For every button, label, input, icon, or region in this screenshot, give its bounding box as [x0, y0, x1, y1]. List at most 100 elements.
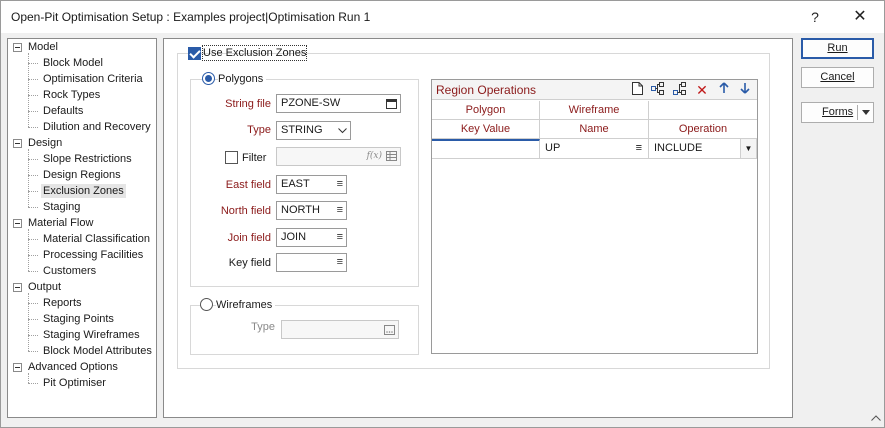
tree-item[interactable]: Rock Types [43, 88, 100, 102]
string-file-label: String file [225, 98, 271, 110]
tree-item[interactable]: Customers [43, 264, 96, 278]
wireframe-type-field[interactable] [281, 320, 399, 339]
region-operations-toolbar: Region Operations ✕ [432, 80, 757, 100]
collapse-toggle-icon[interactable] [13, 363, 22, 372]
collapse-toggle-icon[interactable] [13, 139, 22, 148]
chevron-down-icon[interactable] [862, 103, 870, 123]
tree-item[interactable]: Processing Facilities [43, 248, 143, 262]
tree-connector [28, 293, 29, 351]
list-icon[interactable]: ≡ [337, 202, 343, 219]
group-header-empty [649, 101, 757, 120]
tree-item[interactable]: Exclusion Zones [41, 184, 126, 198]
cell-operation-value: INCLUDE [654, 142, 703, 154]
collapse-toggle-icon[interactable] [13, 283, 22, 292]
wireframes-radio[interactable] [200, 298, 213, 311]
tree-category[interactable]: Advanced Options [28, 360, 118, 374]
type-value: STRING [281, 124, 323, 136]
wireframes-radio-label: Wireframes [216, 298, 276, 312]
move-up-icon[interactable] [716, 82, 732, 98]
north-field-value: NORTH [281, 204, 320, 216]
tree-item[interactable]: Staging [43, 200, 80, 214]
tree-connector [28, 335, 38, 336]
function-icon[interactable]: f(x) [367, 148, 382, 165]
tree-connector [28, 63, 38, 64]
run-button[interactable]: Run [801, 38, 874, 59]
join-field-label: Join field [227, 232, 271, 244]
tree-connector [28, 229, 29, 271]
help-button[interactable]: ? [793, 1, 837, 33]
north-field-input[interactable]: NORTH ≡ [276, 201, 347, 220]
tree-connector [28, 191, 38, 192]
navigation-tree: Model Block Model Optimisation Criteria Roc… [7, 38, 157, 418]
delete-icon[interactable]: ✕ [694, 82, 710, 98]
append-icon[interactable] [672, 82, 688, 98]
wireframe-type-label: Type [251, 321, 275, 333]
use-exclusion-zones-checkbox[interactable] [188, 47, 201, 60]
tree-category[interactable]: Material Flow [28, 216, 93, 230]
tree-item[interactable]: Pit Optimiser [43, 376, 106, 390]
tree-item[interactable]: Staging Wireframes [43, 328, 140, 342]
group-header-polygon: Polygon [432, 101, 540, 120]
tree-item[interactable]: Optimisation Criteria [43, 72, 143, 86]
cell-name-value: UP [545, 142, 561, 154]
collapse-chevron-icon[interactable] [871, 412, 881, 424]
cell-operation[interactable]: INCLUDE ▼ [649, 139, 757, 159]
list-icon[interactable]: ≡ [636, 139, 642, 158]
tree-item[interactable]: Slope Restrictions [43, 152, 132, 166]
filter-checkbox[interactable] [225, 151, 238, 164]
cell-name[interactable]: UP ≡ [540, 139, 649, 159]
column-header-key-value[interactable]: Key Value [432, 120, 540, 139]
run-button-label: Run [827, 42, 848, 54]
tree-category[interactable]: Design [28, 136, 62, 150]
close-button[interactable]: ✕ [838, 1, 882, 33]
east-field-value: EAST [281, 178, 310, 190]
tree-item[interactable]: Reports [43, 296, 82, 310]
tree-item[interactable]: Design Regions [43, 168, 121, 182]
tree-connector [28, 175, 38, 176]
tree-item[interactable]: Block Model [43, 56, 103, 70]
string-file-field[interactable]: PZONE-SW [276, 94, 401, 113]
key-field-input[interactable]: ≡ [276, 253, 347, 272]
insert-icon[interactable] [650, 82, 666, 98]
east-field-input[interactable]: EAST ≡ [276, 175, 347, 194]
tree-connector [28, 255, 38, 256]
column-header-name[interactable]: Name [540, 120, 649, 139]
tree-item[interactable]: Material Classification [43, 232, 150, 246]
tree-connector [28, 207, 38, 208]
calendar-icon[interactable] [386, 95, 397, 112]
tree-connector [28, 127, 38, 128]
browse-icon[interactable] [384, 321, 395, 338]
list-icon[interactable]: ≡ [337, 254, 343, 271]
list-icon[interactable]: ≡ [337, 176, 343, 193]
column-header-operation[interactable]: Operation [649, 120, 757, 139]
join-field-input[interactable]: JOIN ≡ [276, 228, 347, 247]
cell-key-value[interactable] [432, 139, 540, 159]
join-field-value: JOIN [281, 231, 307, 243]
collapse-toggle-icon[interactable] [13, 219, 22, 228]
table-icon[interactable] [386, 148, 397, 165]
string-file-value: PZONE-SW [281, 97, 341, 109]
tree-item[interactable]: Dilution and Recovery [43, 120, 151, 134]
tree-category[interactable]: Model [28, 40, 58, 54]
tree-item[interactable]: Block Model Attributes [43, 344, 152, 358]
move-down-icon[interactable] [737, 82, 753, 98]
tree-item[interactable]: Staging Points [43, 312, 114, 326]
tree-category[interactable]: Output [28, 280, 61, 294]
tree-item[interactable]: Defaults [43, 104, 83, 118]
tree-connector [28, 319, 38, 320]
new-icon[interactable] [629, 82, 645, 98]
tree-connector [28, 271, 38, 272]
list-icon[interactable]: ≡ [337, 229, 343, 246]
cancel-button[interactable]: Cancel [801, 67, 874, 88]
filter-field[interactable]: f(x) [276, 147, 401, 166]
type-dropdown[interactable]: STRING [276, 121, 351, 140]
dropdown-arrow-icon[interactable]: ▼ [740, 139, 756, 158]
forms-button[interactable]: Forms [801, 102, 874, 123]
tree-connector [28, 159, 38, 160]
tree-connector [28, 373, 29, 383]
polygons-radio[interactable] [202, 72, 215, 85]
collapse-toggle-icon[interactable] [13, 43, 22, 52]
tree-connector [28, 351, 38, 352]
east-field-label: East field [225, 179, 271, 191]
tree-connector [28, 383, 38, 384]
